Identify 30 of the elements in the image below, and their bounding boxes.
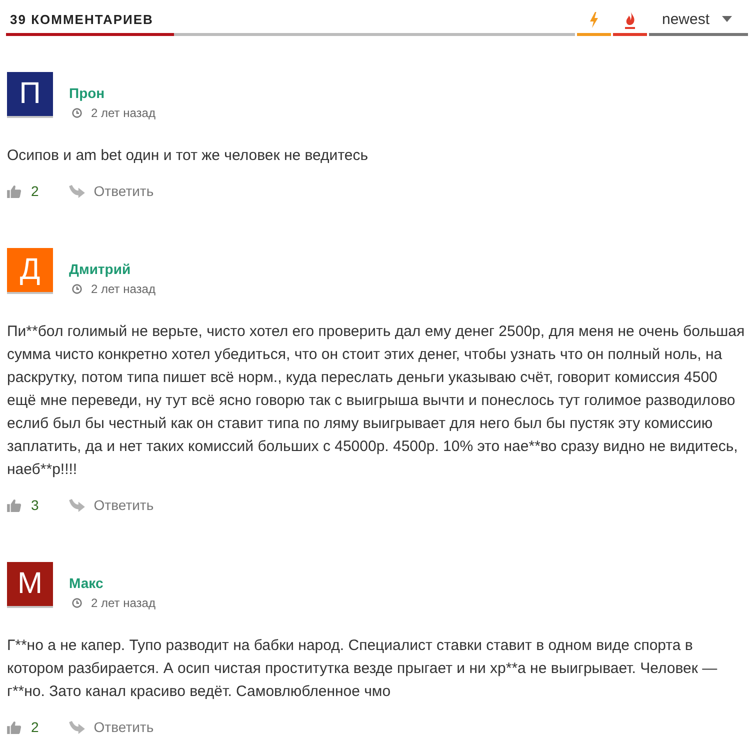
comment-text: Пи**бол голимый не верьте, чисто хотел его проверить дал ему денег 2500р, для меня не очень большая сумма чисто конкретно хотел убедиться, что он стоит этих денег, чтобы узнать что он полный ноль, на раскрутку, потом типа пишет всё норм., куда переслать деньги указываю счёт, говорит комиссия 4500 ещё мне переведи, ну тут всё ясно говорю так с выигрыша вычти и понеслось тут голимое разводилово еслиб был бы честный как он ставит типа по ляму выигрывает для него был бы пустяк эту комиссию заплатить, да и нет таких комиссий больших с 45000р. 4500р. 10% это нае**во сразу видно не видитесь, наеб**р!!!! (7, 322, 746, 480)
comments-title: 39 КОММЕНТАРИЕВ (6, 0, 174, 36)
comment-text: Осипов и am bet один и тот же человек не ведитесь (7, 146, 370, 166)
reply-icon (68, 498, 85, 512)
comment-time: 2 лет назад (91, 282, 156, 296)
thumbs-up-icon[interactable] (7, 184, 22, 198)
clock-icon (72, 284, 82, 294)
like-count: 3 (31, 497, 39, 513)
comment-text: Г**но а не капер. Тупо разводит на бабки народ. Специалист ставки ставит в одном виде спорта в котором разбирается. А осип чистая проститутка везде прыгает и ни хр**а не выигрывает. Человек — г**но. Зато канал красиво ведёт. Самовлюбленное чмо (7, 636, 718, 702)
reply-link[interactable]: Ответить (68, 719, 154, 735)
reply-icon (68, 184, 85, 198)
like-count: 2 (31, 183, 39, 199)
reply-link[interactable]: Ответить (68, 497, 154, 513)
author-name[interactable]: Дмитрий (69, 261, 131, 277)
avatar: П (7, 72, 53, 118)
author-name[interactable]: Прон (69, 85, 105, 101)
thumbs-up-icon[interactable] (7, 498, 22, 512)
comment-time: 2 лет назад (91, 596, 156, 610)
caret-icon (722, 16, 732, 22)
reply-icon (68, 720, 85, 734)
author-name[interactable]: Макс (69, 575, 104, 591)
sort-dropdown[interactable]: newest (649, 0, 748, 36)
reply-link[interactable]: Ответить (68, 183, 154, 199)
thumbs-up-icon[interactable] (7, 720, 22, 734)
clock-icon (72, 108, 82, 118)
avatar: М (7, 562, 53, 608)
comment-time: 2 лет назад (91, 106, 156, 120)
avatar: Д (7, 248, 53, 294)
clock-icon (72, 598, 82, 608)
like-count: 2 (31, 719, 39, 735)
